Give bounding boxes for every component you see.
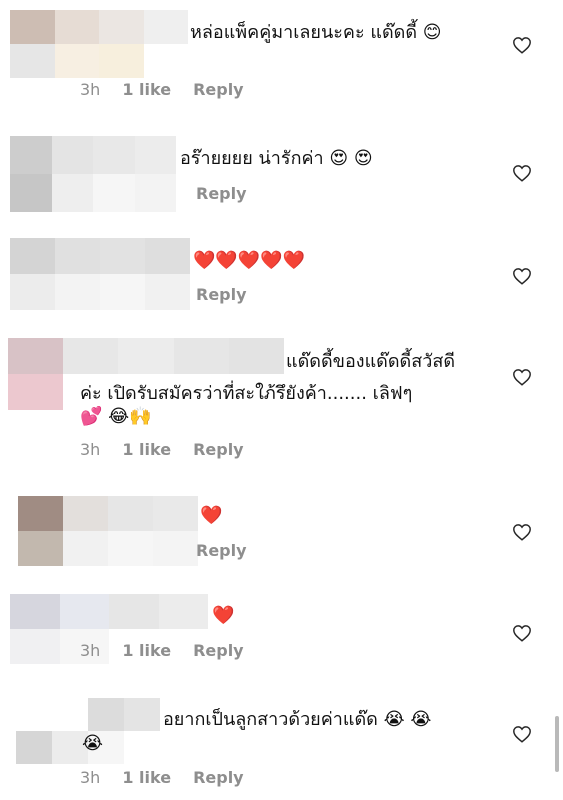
comment-text-line-1: อยากเป็นลูกสาวด้วยค่าแด๊ด 😭 😭 bbox=[163, 709, 432, 730]
comment-text: ❤️ bbox=[200, 505, 223, 526]
comment-meta: 3h 1 like Reply bbox=[80, 768, 244, 787]
blurred-avatar-and-name bbox=[18, 496, 198, 566]
comment-meta: Reply bbox=[196, 285, 247, 304]
heart-outline-icon[interactable] bbox=[512, 725, 532, 743]
heart-outline-icon[interactable] bbox=[512, 267, 532, 285]
like-count[interactable]: 1 like bbox=[122, 641, 171, 660]
comment-time: 3h bbox=[80, 80, 101, 99]
heart-outline-icon[interactable] bbox=[512, 523, 532, 541]
reply-button[interactable]: Reply bbox=[196, 285, 247, 304]
heart-outline-icon[interactable] bbox=[512, 368, 532, 386]
like-count[interactable]: 1 like bbox=[122, 80, 171, 99]
blurred-avatar-and-name bbox=[10, 10, 188, 78]
comment-text: อร๊ายยยย น่ารักค่า 😍 😍 bbox=[180, 148, 373, 169]
comment-text: ❤️ bbox=[212, 605, 235, 626]
heart-outline-icon[interactable] bbox=[512, 164, 532, 182]
blurred-avatar-and-name bbox=[10, 136, 176, 212]
reply-button[interactable]: Reply bbox=[193, 768, 244, 787]
comment-text: หล่อแพ็คคู่มาเลยนะคะ แด๊ดดี้ 😊 bbox=[190, 22, 442, 43]
comment-text-line-1: แด๊ดดี้ของแด๊ดดี้สวัสดี bbox=[286, 351, 456, 372]
comment-meta: 3h 1 like Reply bbox=[80, 440, 244, 459]
comment-time: 3h bbox=[80, 641, 101, 660]
comment-text-line-2: 😭 bbox=[82, 733, 104, 754]
scrollbar[interactable] bbox=[555, 716, 559, 772]
comment-meta: 3h 1 like Reply bbox=[80, 641, 244, 660]
comment-meta: 3h 1 like Reply bbox=[80, 80, 244, 99]
comment-time: 3h bbox=[80, 768, 101, 787]
comment-time: 3h bbox=[80, 440, 101, 459]
reply-button[interactable]: Reply bbox=[193, 641, 244, 660]
blurred-avatar-and-name bbox=[10, 238, 190, 310]
reply-button[interactable]: Reply bbox=[193, 440, 244, 459]
comment-text-line-3: 💕 😂🙌 bbox=[80, 406, 152, 427]
heart-outline-icon[interactable] bbox=[512, 624, 532, 642]
reply-button[interactable]: Reply bbox=[193, 80, 244, 99]
comment-text: ❤️❤️❤️❤️❤️ bbox=[193, 250, 306, 271]
comment-meta: Reply bbox=[196, 184, 247, 203]
reply-button[interactable]: Reply bbox=[196, 184, 247, 203]
comment-meta: Reply bbox=[196, 541, 247, 560]
like-count[interactable]: 1 like bbox=[122, 768, 171, 787]
reply-button[interactable]: Reply bbox=[196, 541, 247, 560]
like-count[interactable]: 1 like bbox=[122, 440, 171, 459]
heart-outline-icon[interactable] bbox=[512, 36, 532, 54]
